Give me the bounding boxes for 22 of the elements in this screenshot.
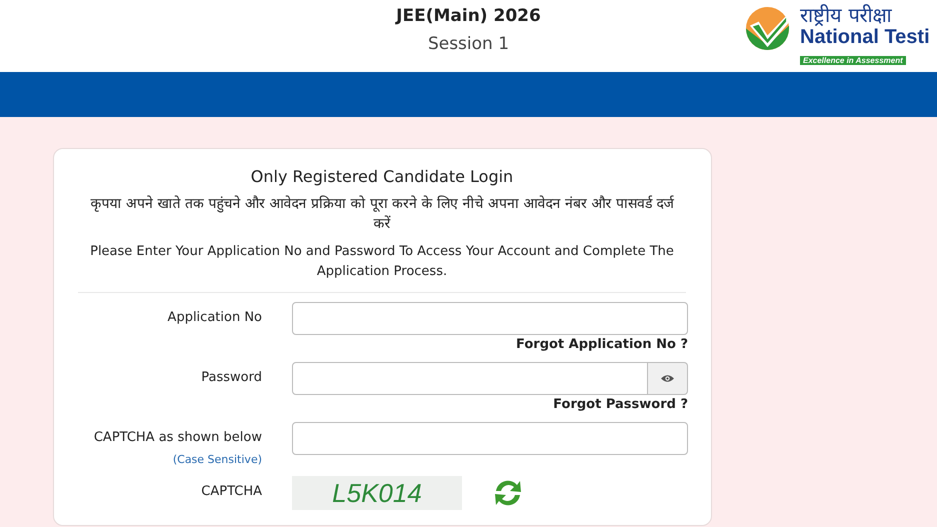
page-title: JEE(Main) 2026	[396, 6, 541, 26]
logo-tagline: Excellence in Assessment	[800, 56, 906, 65]
input-field[interactable]	[292, 302, 688, 335]
field-label: Password	[200, 370, 262, 385]
field-label: CAPTCHA as shown below	[92, 430, 262, 445]
hindi-instruction: कृपया अपने खाते तक पहुंचने और आवेदन प्रक्रिया को पूरा करने के लिए नीचे अपना आवेदन नंबर और पासवर्ड दर्ज करें	[90, 194, 676, 234]
forgot-link[interactable]: Forgot Application No ?	[516, 337, 688, 352]
password-field[interactable]	[292, 362, 648, 395]
field-label: Application No	[166, 310, 262, 325]
case-note: (Case Sensitive)	[172, 453, 262, 466]
session-label: Session 1	[428, 34, 510, 54]
eye-icon	[661, 374, 674, 383]
forgot-link[interactable]: Forgot Password ?	[553, 397, 688, 412]
show-password-button[interactable]	[648, 362, 688, 395]
field-label: CAPTCHA	[200, 484, 262, 499]
login-title: Only Registered Candidate Login	[250, 167, 514, 186]
checkmark-logo-icon	[745, 6, 790, 51]
input-field[interactable]	[292, 422, 688, 455]
instruction-text: Please Enter Your Application No and Password To Access Your Account and Complete The Application Process.	[89, 243, 675, 281]
captcha-image: L5K014	[292, 476, 462, 510]
logo-hindi-text: राष्ट्रीय परीक्षा	[800, 4, 893, 26]
logo-english-text: National Testi	[800, 26, 930, 48]
